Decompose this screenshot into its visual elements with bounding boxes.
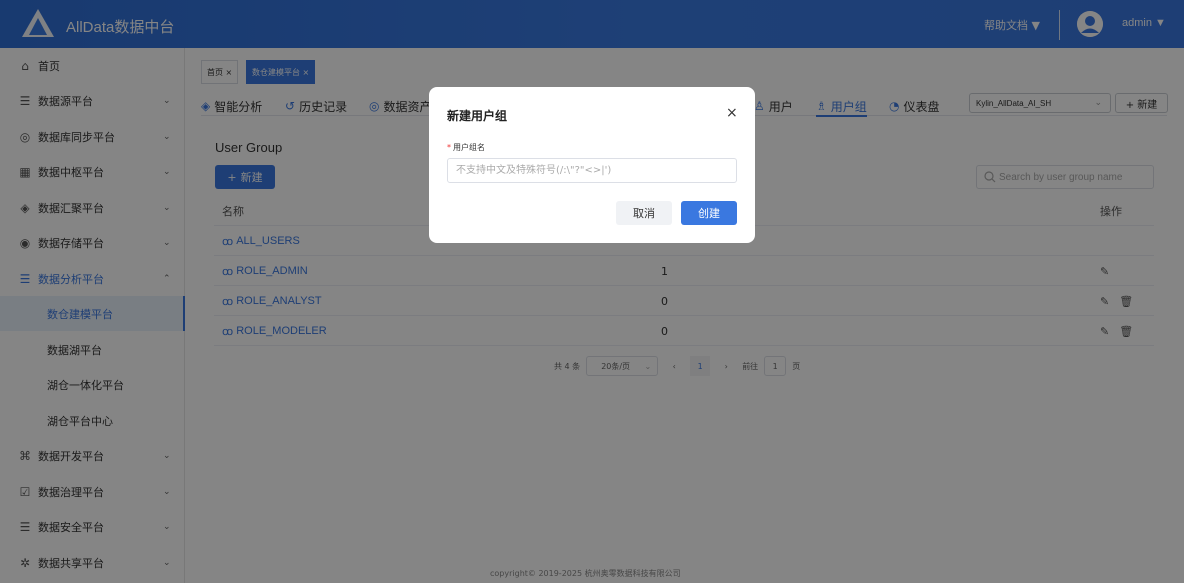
field-label-text: 用户组名 <box>453 143 485 152</box>
cancel-button[interactable]: 取消 <box>616 201 672 225</box>
user-group-name-input[interactable] <box>447 158 737 183</box>
create-user-group-dialog: 新建用户组 × *用户组名 取消 创建 <box>429 87 755 243</box>
dialog-title: 新建用户组 <box>447 109 508 123</box>
create-button[interactable]: 创建 <box>681 201 737 225</box>
field-label: * 用户组名 <box>447 142 485 153</box>
required-mark: * <box>447 143 451 152</box>
close-icon[interactable]: × <box>726 105 738 121</box>
